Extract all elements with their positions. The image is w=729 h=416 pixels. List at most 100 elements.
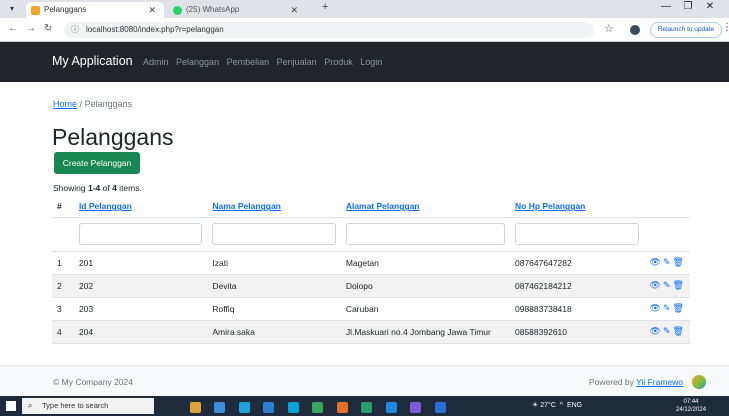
summary-of: of (100, 183, 113, 193)
firefox-icon[interactable] (336, 402, 348, 413)
tab-search-icon[interactable]: ▾ (6, 3, 18, 15)
filter-alamat-input[interactable] (345, 223, 505, 245)
cell-id: 203 (73, 297, 208, 321)
filter-nohp-input[interactable] (515, 223, 639, 245)
cell-alamat: Caruban (340, 297, 510, 321)
terminal-icon[interactable] (410, 402, 422, 413)
address-bar[interactable]: ⓘ localhost:8080/index.php?r=pelanggan (64, 22, 594, 38)
taskbar-search-input[interactable]: ⌕ Type here to search (22, 398, 154, 414)
browser-toolbar: ← → ↻ ⓘ localhost:8080/index.php?r=pelan… (0, 18, 729, 42)
forward-arrow-icon[interactable]: → (26, 23, 36, 34)
view-eye-icon[interactable]: 👁 (650, 257, 661, 268)
nav-penjualan[interactable]: Penjualan (277, 57, 317, 67)
cell-nohp: 08588392610 (510, 320, 644, 344)
summary-prefix: Showing (53, 183, 88, 193)
breadcrumb-home-link[interactable]: Home (53, 99, 77, 109)
nav-admin[interactable]: Admin (143, 57, 169, 67)
powered-prefix: Powered by (589, 377, 637, 387)
sort-id-link[interactable]: Id Pelanggan (79, 201, 132, 211)
weather-temp[interactable]: 27°C (540, 402, 556, 409)
delete-trash-icon[interactable]: 🗑 (673, 303, 684, 314)
view-eye-icon[interactable]: 👁 (650, 326, 661, 337)
browser-tab-pelanggans[interactable]: Pelanggans ✕ (26, 2, 164, 18)
taskview-icon[interactable] (190, 402, 201, 413)
cell-nama: Devita (207, 274, 341, 298)
bookmark-star-icon[interactable]: ☆ (604, 22, 614, 35)
mail-icon[interactable] (312, 402, 324, 413)
new-tab-icon[interactable]: + (322, 1, 328, 13)
edit-pencil-icon[interactable]: ✎ (663, 280, 671, 291)
view-eye-icon[interactable]: 👁 (650, 303, 661, 314)
vscode-icon[interactable] (385, 402, 397, 413)
app-navbar: My Application Admin Pelanggan Pembelian… (0, 42, 729, 82)
pelanggan-grid: # Id Pelanggan Nama Pelanggan Alamat Pel… (52, 196, 690, 344)
clock-date: 24/12/2024 (676, 407, 707, 413)
summary-suffix: items. (116, 183, 142, 193)
copyright-text: © My Company 2024 (53, 377, 133, 387)
minimize-icon[interactable]: — (655, 1, 677, 12)
reload-icon[interactable]: ↻ (44, 23, 52, 34)
sort-nohp-link[interactable]: No Hp Pelanggan (515, 201, 585, 211)
cell-alamat: Magetan (340, 251, 510, 275)
maximize-icon[interactable]: ❐ (677, 1, 699, 12)
app-icon[interactable] (361, 402, 373, 413)
taskbar-search-placeholder: Type here to search (42, 401, 109, 410)
chrome-icon[interactable] (238, 402, 250, 413)
edit-pencil-icon[interactable]: ✎ (663, 326, 671, 337)
edge-icon[interactable] (214, 402, 226, 413)
nav-pembelian[interactable]: Pembelian (227, 57, 270, 67)
grid-header-row: # Id Pelanggan Nama Pelanggan Alamat Pel… (52, 196, 690, 218)
taskbar-app-icons (190, 400, 455, 416)
yii-framework-link[interactable]: Yii Framewo (636, 377, 683, 387)
filter-cell-nama (207, 217, 341, 252)
store-icon[interactable] (287, 402, 299, 413)
nav-login[interactable]: Login (360, 57, 382, 67)
cell-alamat: Dolopo (340, 274, 510, 298)
filter-id-input[interactable] (78, 223, 203, 245)
tab-close-icon[interactable]: ✕ (290, 2, 298, 18)
relaunch-button[interactable]: Relaunch to update (650, 22, 722, 38)
cell-serial: 2 (52, 274, 74, 298)
tab-title: (25) WhatsApp (186, 5, 240, 14)
profile-avatar-icon[interactable] (630, 25, 640, 35)
view-eye-icon[interactable]: 👁 (650, 280, 661, 291)
nav-pelanggan[interactable]: Pelanggan (176, 57, 219, 67)
delete-trash-icon[interactable]: 🗑 (673, 257, 684, 268)
windows-start-icon[interactable] (6, 401, 16, 411)
column-header-id: Id Pelanggan (73, 196, 208, 218)
browser-tab-whatsapp[interactable]: (25) WhatsApp ✕ (168, 2, 306, 18)
url-text: localhost:8080/index.php?r=pelanggan (86, 25, 224, 34)
site-info-icon[interactable]: ⓘ (71, 22, 79, 38)
filter-cell-id (73, 217, 208, 252)
tab-close-icon[interactable]: ✕ (148, 2, 156, 18)
menu-kebab-icon[interactable]: ⋮ (722, 22, 729, 33)
table-row: 3 203 Roffiq Caruban 098883738418 👁 ✎ 🗑 (52, 297, 690, 321)
yii-favicon-icon (31, 6, 40, 15)
edit-pencil-icon[interactable]: ✎ (663, 303, 671, 314)
delete-trash-icon[interactable]: 🗑 (673, 326, 684, 337)
filter-nama-input[interactable] (212, 223, 336, 245)
explorer-icon[interactable] (263, 402, 275, 413)
word-icon[interactable] (434, 402, 446, 413)
breadcrumb-current: Pelanggans (84, 99, 133, 109)
cell-nohp: 098883738418 (510, 297, 644, 321)
create-pelanggan-button[interactable]: Create Pelanggan (54, 152, 140, 174)
close-window-icon[interactable]: ✕ (699, 1, 721, 12)
language-indicator[interactable]: ENG (567, 402, 582, 409)
search-icon: ⌕ (28, 401, 33, 410)
taskbar-clock[interactable]: 07:44 24/12/2024 (676, 398, 706, 414)
nav-produk[interactable]: Produk (324, 57, 353, 67)
sort-alamat-link[interactable]: Alamat Pelanggan (346, 201, 420, 211)
brand-link[interactable]: My Application (52, 54, 133, 68)
window-controls: — ❐ ✕ (655, 1, 721, 12)
yii-logo-icon (692, 375, 706, 389)
delete-trash-icon[interactable]: 🗑 (673, 280, 684, 291)
cell-id: 201 (73, 251, 208, 275)
table-row: 4 204 Amira saka Jl.Maskuari no.4 Jomban… (52, 320, 690, 344)
clock-time: 07:44 (683, 399, 699, 405)
nav-links: Admin Pelanggan Pembelian Penjualan Prod… (143, 57, 387, 67)
back-arrow-icon[interactable]: ← (8, 23, 18, 34)
cell-nohp: 087462184212 (510, 274, 644, 298)
sort-nama-link[interactable]: Nama Pelanggan (212, 201, 281, 211)
edit-pencil-icon[interactable]: ✎ (663, 257, 671, 268)
